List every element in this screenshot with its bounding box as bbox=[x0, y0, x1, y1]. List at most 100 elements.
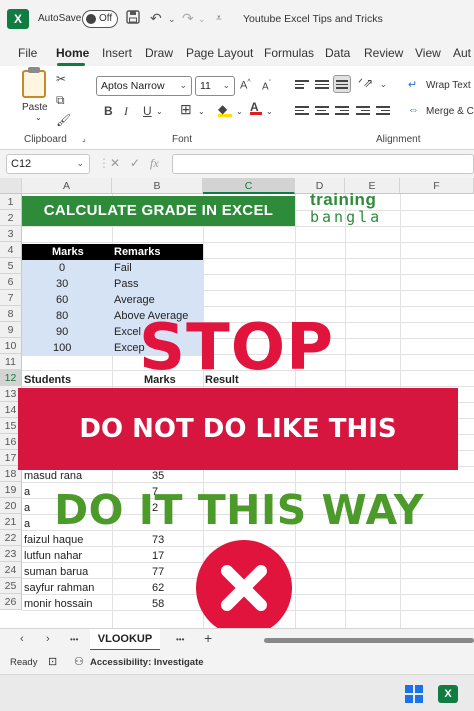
fill-color-icon[interactable]: ◆ bbox=[218, 102, 232, 117]
underline-button[interactable]: U bbox=[143, 104, 152, 118]
tab-automate[interactable]: Aut bbox=[453, 46, 471, 60]
font-size-select[interactable]: 11 ⌄ bbox=[195, 76, 235, 96]
row-header-1[interactable]: 1 bbox=[0, 194, 22, 210]
increase-indent-icon[interactable] bbox=[376, 104, 390, 116]
column-header-c[interactable]: C bbox=[203, 178, 295, 194]
paste-icon[interactable] bbox=[22, 67, 46, 98]
column-header-b[interactable]: B bbox=[112, 178, 203, 194]
row-header-2[interactable]: 2 bbox=[0, 210, 22, 226]
row-header-8[interactable]: 8 bbox=[0, 306, 22, 322]
header-marks[interactable]: Marks bbox=[52, 244, 84, 260]
student-marks-cell[interactable]: 17 bbox=[152, 548, 164, 564]
merge-center-button[interactable]: Merge & C bbox=[426, 106, 474, 117]
student-name-cell[interactable]: sayfur rahman bbox=[24, 580, 94, 596]
students-header[interactable]: Students bbox=[24, 372, 71, 388]
customize-toolbar-icon[interactable]: ⩡ bbox=[216, 13, 222, 24]
row-header-24[interactable]: 24 bbox=[0, 562, 22, 578]
font-color-icon[interactable]: A bbox=[250, 100, 262, 115]
student-name-cell[interactable]: monir hossain bbox=[24, 596, 92, 612]
align-bottom-icon[interactable] bbox=[333, 75, 351, 93]
row-header-19[interactable]: 19 bbox=[0, 482, 22, 498]
student-marks-cell[interactable]: 62 bbox=[152, 580, 164, 596]
format-painter-icon[interactable]: 🖌︎ bbox=[56, 113, 71, 127]
orientation-icon[interactable]: ᐟ⇗ bbox=[358, 76, 373, 90]
wrap-text-icon[interactable]: ↵ bbox=[408, 78, 417, 91]
save-icon[interactable] bbox=[126, 10, 140, 27]
align-left-icon[interactable] bbox=[295, 104, 309, 116]
accessibility-icon[interactable]: ⚇ bbox=[74, 655, 84, 668]
font-color-dropdown-icon[interactable]: ⌄ bbox=[266, 107, 273, 116]
accessibility-status[interactable]: Accessibility: Investigate bbox=[90, 657, 204, 668]
tab-review[interactable]: Review bbox=[364, 46, 403, 60]
row-header-20[interactable]: 20 bbox=[0, 498, 22, 514]
fill-color-dropdown-icon[interactable]: ⌄ bbox=[236, 107, 243, 116]
sheet-tab-vlookup[interactable]: VLOOKUP bbox=[90, 629, 160, 651]
formula-input[interactable] bbox=[172, 154, 474, 174]
merge-center-icon[interactable]: ⇔ bbox=[408, 104, 419, 116]
name-box[interactable]: C12 ⌄ bbox=[6, 154, 90, 174]
grade-remarks-cell[interactable]: Pass bbox=[114, 276, 138, 292]
paste-label[interactable]: Paste bbox=[22, 102, 48, 113]
student-marks-cell[interactable]: 58 bbox=[152, 596, 164, 612]
paste-dropdown-icon[interactable]: ⌄ bbox=[35, 113, 42, 122]
more-sheets-right-icon[interactable]: ••• bbox=[176, 635, 184, 644]
tab-file[interactable]: File bbox=[18, 46, 37, 60]
tab-insert[interactable]: Insert bbox=[102, 46, 132, 60]
student-marks-cell[interactable]: 77 bbox=[152, 564, 164, 580]
cancel-icon[interactable]: ✕ bbox=[110, 156, 120, 170]
row-header-6[interactable]: 6 bbox=[0, 274, 22, 290]
horizontal-scrollbar[interactable] bbox=[264, 638, 474, 643]
add-sheet-icon[interactable]: + bbox=[204, 630, 212, 646]
italic-button[interactable]: I bbox=[124, 104, 128, 119]
enter-icon[interactable]: ✓ bbox=[130, 156, 140, 170]
underline-dropdown-icon[interactable]: ⌄ bbox=[156, 107, 163, 116]
student-name-cell[interactable]: suman barua bbox=[24, 564, 88, 580]
copy-icon[interactable]: ⧉ bbox=[56, 93, 65, 108]
tab-data[interactable]: Data bbox=[325, 46, 350, 60]
row-header-25[interactable]: 25 bbox=[0, 578, 22, 594]
macro-recording-icon[interactable]: ⊡ bbox=[48, 655, 57, 668]
row-header-23[interactable]: 23 bbox=[0, 546, 22, 562]
font-name-select[interactable]: Aptos Narrow ⌄ bbox=[96, 76, 192, 96]
student-name-cell[interactable]: lutfun nahar bbox=[24, 548, 82, 564]
next-sheet-icon[interactable]: › bbox=[46, 633, 50, 645]
align-top-icon[interactable] bbox=[295, 78, 309, 90]
align-right-icon[interactable] bbox=[335, 104, 349, 116]
tab-page-layout[interactable]: Page Layout bbox=[186, 46, 253, 60]
row-header-4[interactable]: 4 bbox=[0, 242, 22, 258]
decrease-indent-icon[interactable] bbox=[356, 104, 370, 116]
borders-dropdown-icon[interactable]: ⌄ bbox=[198, 107, 205, 116]
header-remarks[interactable]: Remarks bbox=[114, 244, 160, 260]
grade-marks-cell[interactable]: 60 bbox=[56, 292, 68, 308]
bold-button[interactable]: B bbox=[104, 104, 113, 118]
borders-icon[interactable]: ⊞ bbox=[180, 101, 192, 118]
align-center-icon[interactable] bbox=[315, 104, 329, 116]
row-header-5[interactable]: 5 bbox=[0, 258, 22, 274]
row-header-11[interactable]: 11 bbox=[0, 354, 22, 370]
grade-remarks-cell[interactable]: Fail bbox=[114, 260, 132, 276]
grade-marks-cell[interactable]: 80 bbox=[56, 308, 68, 324]
autosave-toggle[interactable]: Off bbox=[82, 10, 118, 28]
row-header-9[interactable]: 9 bbox=[0, 322, 22, 338]
tab-home[interactable]: Home bbox=[56, 46, 89, 60]
align-middle-icon[interactable] bbox=[315, 78, 329, 90]
grade-marks-cell[interactable]: 100 bbox=[53, 340, 71, 356]
column-header-a[interactable]: A bbox=[22, 178, 112, 194]
wrap-text-button[interactable]: Wrap Text bbox=[426, 80, 471, 91]
excel-taskbar-icon[interactable]: X bbox=[438, 685, 458, 703]
row-header-12[interactable]: 12 bbox=[0, 370, 22, 386]
windows-start-icon[interactable] bbox=[405, 685, 423, 703]
row-header-10[interactable]: 10 bbox=[0, 338, 22, 354]
cut-icon[interactable]: ✂ bbox=[56, 72, 66, 86]
sheet-banner[interactable]: CALCULATE GRADE IN EXCEL bbox=[22, 196, 295, 226]
tab-view[interactable]: View bbox=[415, 46, 441, 60]
more-sheets-left-icon[interactable]: ••• bbox=[70, 635, 78, 644]
grade-marks-cell[interactable]: 30 bbox=[56, 276, 68, 292]
grade-marks-cell[interactable]: 0 bbox=[59, 260, 65, 276]
tab-draw[interactable]: Draw bbox=[145, 46, 173, 60]
select-all-corner[interactable] bbox=[0, 178, 22, 194]
row-header-21[interactable]: 21 bbox=[0, 514, 22, 530]
undo-dropdown-icon[interactable]: ⌄ bbox=[168, 14, 176, 25]
insert-function-icon[interactable]: fx bbox=[150, 156, 159, 171]
row-header-22[interactable]: 22 bbox=[0, 530, 22, 546]
